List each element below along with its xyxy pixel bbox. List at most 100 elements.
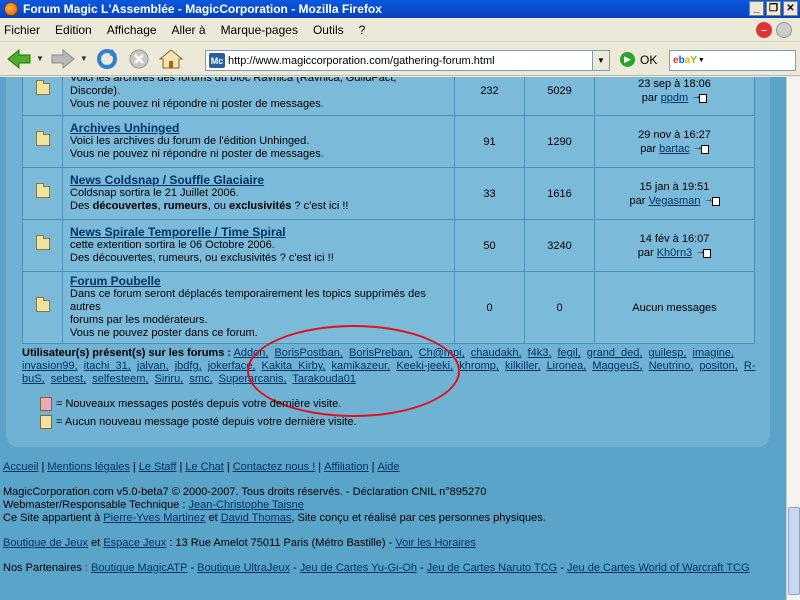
topics-count: 33 (454, 167, 525, 220)
online-user-link[interactable]: kilkiller, (505, 360, 540, 372)
last-post-by: par (641, 91, 658, 104)
go-arrow-icon: ▶ (620, 52, 635, 67)
topics-count: 232 (454, 77, 525, 116)
footer-links: Accueil | Mentions légales | Le Staff | Le Cha… (3, 461, 400, 473)
footer-link-chat[interactable]: Le Chat (185, 461, 224, 473)
online-user-link[interactable]: grand_ded, (587, 347, 643, 359)
goto-last-post-icon[interactable] (693, 141, 709, 155)
url-bar[interactable]: Mc http://www.magiccorporation.com/gathe… (205, 50, 610, 71)
menu-affichage[interactable]: Affichage (107, 23, 157, 37)
menu-marque-pages[interactable]: Marque-pages (221, 23, 298, 37)
back-arrow-icon (7, 48, 31, 69)
last-post-date: 14 fév à 16:07 (639, 232, 710, 245)
search-box[interactable]: ebaY ▼ (669, 50, 796, 71)
posts-count: 1616 (524, 167, 595, 220)
online-user-link[interactable]: Siriru, (155, 373, 184, 385)
forum-desc-line: Voici les archives du forum de l'édition… (70, 135, 310, 147)
folder-icon (35, 183, 50, 198)
copyright: MagicCorporation.com v5.0-beta7 © 2000-2… (3, 486, 487, 498)
shop-link-2[interactable]: Espace Jeux (103, 537, 166, 549)
last-post-by: par (637, 246, 654, 259)
forum-row: News Coldsnap / Souffle Glaciaire Coldsn… (22, 167, 755, 220)
owner-link-1[interactable]: Pierre-Yves Martinez (103, 512, 205, 524)
home-button[interactable] (156, 45, 186, 73)
forum-title-link[interactable]: Forum Poubelle (70, 275, 447, 288)
reload-button[interactable] (92, 45, 122, 73)
forum-title-link[interactable]: News Coldsnap / Souffle Glaciaire (70, 174, 447, 187)
webmaster-link[interactable]: Jean-Christophe Taisne (188, 499, 303, 511)
online-user-link[interactable]: selfesteem, (92, 373, 148, 385)
forum-title-link[interactable]: News Spirale Temporelle / Time Spiral (70, 226, 447, 239)
last-post-by: par (640, 142, 657, 155)
vertical-scrollbar[interactable] (786, 77, 800, 600)
online-user-link[interactable]: Lironea, (547, 360, 587, 372)
footer-link-aide[interactable]: Aide (377, 461, 399, 473)
last-post-user[interactable]: bartac (659, 143, 690, 155)
back-button[interactable] (4, 45, 34, 73)
last-post-user[interactable]: Kh0rn3 (657, 247, 692, 259)
footer-link-accueil[interactable]: Accueil (3, 461, 38, 473)
no-new-posts-folder-icon (40, 415, 52, 429)
online-user-link[interactable]: chaudakh, (471, 347, 522, 359)
last-post-date: Aucun messages (632, 301, 717, 314)
online-user-link[interactable]: itachi_31, (84, 360, 131, 372)
online-user-link[interactable]: jalvan, (137, 360, 169, 372)
menu-outils[interactable]: Outils (313, 23, 344, 37)
shop-link-1[interactable]: Boutique de Jeux (3, 537, 88, 549)
goto-last-post-icon[interactable] (695, 245, 712, 259)
home-icon (158, 48, 183, 68)
users-online-label: Utilisateur(s) présent(s) sur les forums… (22, 347, 232, 359)
last-post-user[interactable]: ppdm (661, 92, 689, 104)
partner-link[interactable]: Jeu de Cartes Yu-Gi-Oh (300, 562, 417, 574)
footer-link-affiliation[interactable]: Affiliation (324, 461, 368, 473)
forward-button[interactable] (48, 45, 78, 73)
menu-aller[interactable]: Aller à (172, 23, 206, 37)
legend-new: = Nouveaux messages postés depuis votre … (56, 398, 342, 410)
footer-link-contact[interactable]: Contactez nous ! (233, 461, 316, 473)
last-post-user[interactable]: Vegasman (648, 195, 700, 207)
scrollbar-thumb[interactable] (788, 507, 800, 595)
goto-last-post-icon[interactable] (704, 193, 720, 207)
online-user-link[interactable]: fegil, (557, 347, 580, 359)
goto-last-post-icon[interactable] (691, 90, 708, 104)
posts-count: 0 (524, 271, 595, 344)
forum-desc-line: Voici les archives des forums du bloc Ra… (70, 77, 397, 97)
back-dropdown-icon[interactable]: ▼ (36, 54, 44, 63)
minimize-button[interactable]: _ (749, 1, 764, 16)
hours-link[interactable]: Voir les Horaires (395, 537, 476, 549)
stop-button[interactable] (124, 45, 154, 73)
forum-row: News Spirale Temporelle / Time Spiral ce… (22, 219, 755, 272)
menu-help[interactable]: ? (359, 23, 366, 37)
online-user-link[interactable]: jbdfg, (175, 360, 202, 372)
restore-button[interactable]: ❐ (766, 1, 781, 16)
online-user-link[interactable]: Neutrino, (649, 360, 694, 372)
online-user-link[interactable]: invasion99, (22, 360, 78, 372)
go-button[interactable]: ▶ OK (620, 52, 657, 67)
owner-link-2[interactable]: David Thomas (221, 512, 292, 524)
online-user-link[interactable]: MaggeuS, (592, 360, 642, 372)
footer-link-staff[interactable]: Le Staff (139, 461, 177, 473)
forward-dropdown-icon[interactable]: ▼ (80, 54, 88, 63)
online-user-link[interactable]: imagine, (693, 347, 735, 359)
online-user-link[interactable]: positon, (699, 360, 738, 372)
forum-title-link[interactable]: Archives Unhinged (70, 122, 447, 135)
navigation-toolbar: ▼ ▼ Mc http://www.magiccorporation.com/g… (0, 42, 800, 76)
menu-fichier[interactable]: Fichier (4, 23, 40, 37)
url-dropdown-icon[interactable]: ▼ (592, 51, 609, 70)
online-user-link[interactable]: khromp, (459, 360, 499, 372)
online-user-link[interactable]: smc, (189, 373, 212, 385)
online-user-link[interactable]: sebest, (51, 373, 86, 385)
partner-link[interactable]: Jeu de Cartes World of Warcraft TCG (567, 562, 750, 574)
posts-count: 3240 (524, 219, 595, 272)
online-user-link[interactable]: guilesp, (649, 347, 687, 359)
footer-link-mentions[interactable]: Mentions légales (47, 461, 130, 473)
forum-desc-rich: Des découvertes, rumeurs, ou exclusivité… (70, 200, 349, 212)
online-user-link[interactable]: f4k3, (528, 347, 552, 359)
partner-link[interactable]: Boutique UltraJeux (197, 562, 290, 574)
reload-icon (96, 48, 117, 69)
close-button[interactable]: ✕ (783, 1, 798, 16)
partner-link[interactable]: Boutique MagicATP (91, 562, 187, 574)
last-post-by: par (629, 194, 646, 207)
menu-edition[interactable]: Edition (55, 23, 92, 37)
partner-link[interactable]: Jeu de Cartes Naruto TCG (427, 562, 558, 574)
